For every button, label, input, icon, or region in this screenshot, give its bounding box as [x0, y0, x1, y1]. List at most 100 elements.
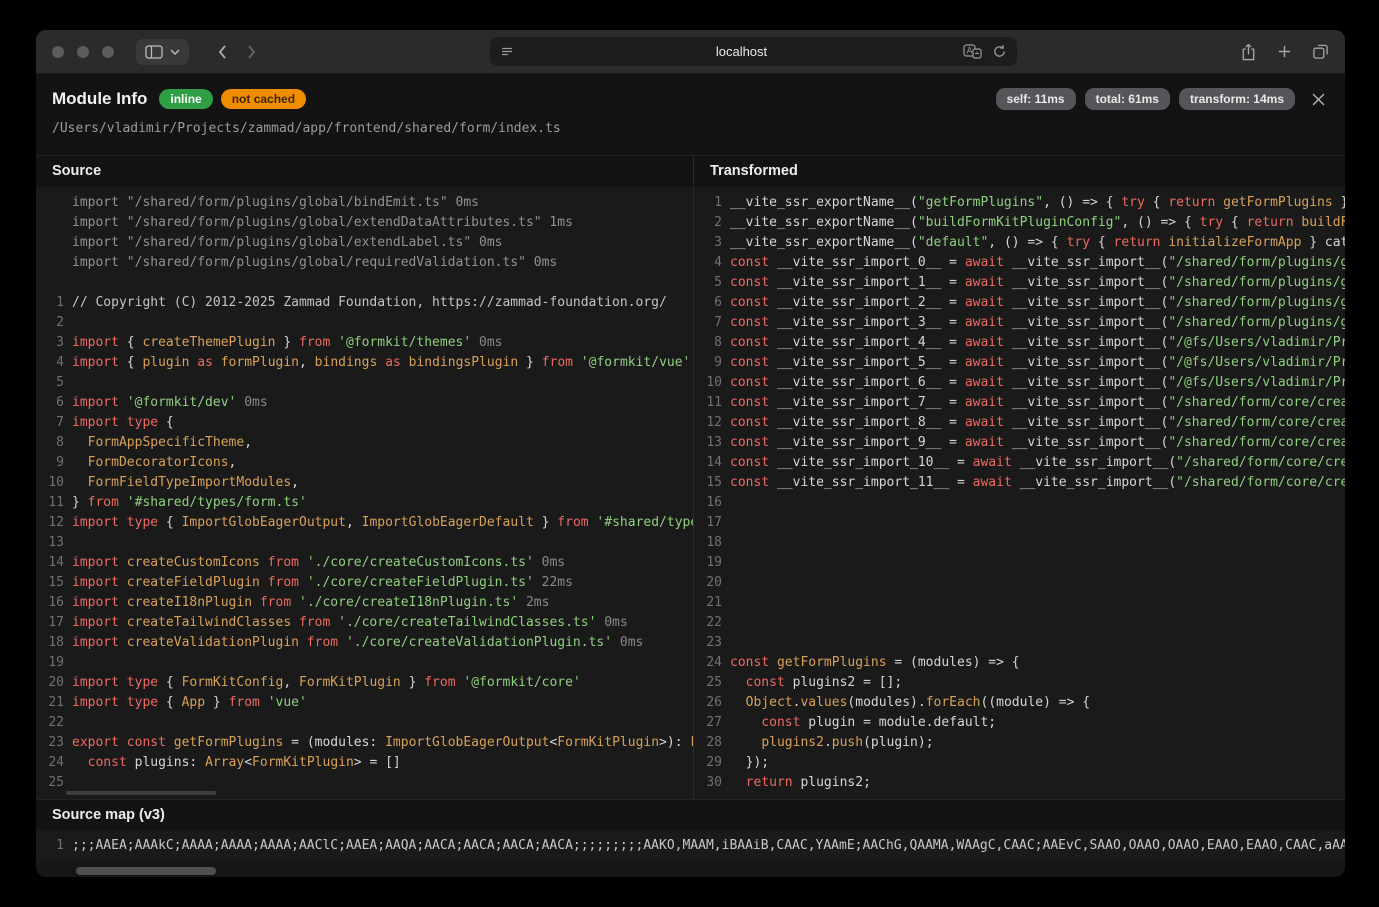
source-code[interactable]: import "/shared/form/plugins/global/bind…	[36, 187, 693, 799]
line-number: 2	[694, 213, 722, 233]
code-line: 15import createFieldPlugin from './core/…	[36, 573, 693, 593]
line-number: 12	[694, 413, 722, 433]
line-content: } from '#shared/types/form.ts'	[72, 493, 307, 513]
source-pane: Source import "/shared/form/plugins/glob…	[36, 156, 694, 799]
line-number	[36, 213, 64, 233]
line-number: 10	[694, 373, 722, 393]
line-content: });	[730, 753, 769, 773]
transformed-pane-title: Transformed	[694, 156, 1345, 187]
forward-button[interactable]	[237, 37, 267, 67]
sidebar-toggle[interactable]	[136, 39, 189, 65]
line-number: 14	[694, 453, 722, 473]
line-content: const __vite_ssr_import_9__ = await __vi…	[730, 433, 1345, 453]
line-content: const plugins2 = [];	[730, 673, 902, 693]
sourcemap-scrollbar-thumb[interactable]	[76, 867, 216, 875]
line-number: 6	[694, 293, 722, 313]
reader-icon[interactable]	[500, 45, 514, 59]
code-line: 10const __vite_ssr_import_6__ = await __…	[694, 373, 1345, 393]
code-line: 17	[694, 513, 1345, 533]
line-number: 25	[36, 773, 64, 793]
line-content: const __vite_ssr_import_1__ = await __vi…	[730, 273, 1345, 293]
code-line: import "/shared/form/plugins/global/bind…	[36, 193, 693, 213]
back-button[interactable]	[207, 37, 237, 67]
code-line: 8 FormAppSpecificTheme,	[36, 433, 693, 453]
traffic-light-close[interactable]	[52, 46, 64, 58]
code-line: import "/shared/form/plugins/global/exte…	[36, 213, 693, 233]
line-number: 20	[36, 673, 64, 693]
toolbar-right-cluster	[1240, 42, 1329, 62]
line-content: FormFieldTypeImportModules,	[72, 473, 299, 493]
line-number: 19	[36, 653, 64, 673]
code-line: 1__vite_ssr_exportName__("getFormPlugins…	[694, 193, 1345, 213]
code-line: 14import createCustomIcons from './core/…	[36, 553, 693, 573]
code-line: 1 // Copyright (C) 2012-2025 Zammad Found…	[36, 293, 693, 313]
code-line: 28 plugins2.push(plugin);	[694, 733, 1345, 753]
code-line: 20	[694, 573, 1345, 593]
line-number: 20	[694, 573, 722, 593]
back-icon	[217, 44, 227, 60]
line-content: import type { FormKitConfig, FormKitPlug…	[72, 673, 581, 693]
line-number: 24	[36, 753, 64, 773]
browser-toolbar: localhost A	[36, 30, 1345, 74]
line-content: return plugins2;	[730, 773, 871, 793]
line-number: 13	[36, 533, 64, 553]
line-content: // Copyright (C) 2012-2025 Zammad Founda…	[72, 293, 667, 313]
forward-icon	[247, 44, 257, 60]
line-content: const getFormPlugins = (modules) => {	[730, 653, 1020, 673]
metric-self: self: 11ms	[996, 88, 1076, 110]
line-number: 13	[694, 433, 722, 453]
browser-window: localhost A	[36, 30, 1345, 877]
line-number: 28	[694, 733, 722, 753]
code-line: 19	[694, 553, 1345, 573]
line-content: export const getFormPlugins = (modules: …	[72, 733, 693, 753]
traffic-light-minimize[interactable]	[77, 46, 89, 58]
line-number: 1	[36, 293, 64, 313]
code-line: 13	[36, 533, 693, 553]
line-content: FormAppSpecificTheme,	[72, 433, 252, 453]
source-horizontal-scrollbar[interactable]	[66, 791, 216, 795]
line-content: import "/shared/form/plugins/global/requ…	[72, 253, 557, 273]
code-line: 25	[36, 773, 693, 793]
share-button[interactable]	[1240, 42, 1257, 62]
new-tab-button[interactable]	[1277, 44, 1292, 59]
sourcemap-section: Source map (v3) 1;;;AAEA;AAAkC;AAAA;AAAA…	[36, 799, 1345, 877]
code-line: 5	[36, 373, 693, 393]
reload-icon[interactable]	[992, 44, 1007, 59]
line-number: 17	[694, 513, 722, 533]
share-icon	[1240, 42, 1257, 62]
code-line: 7import type {	[36, 413, 693, 433]
chevron-down-icon	[170, 49, 180, 55]
badge-not-cached: not cached	[221, 89, 306, 109]
line-content: const __vite_ssr_import_10__ = await __v…	[730, 453, 1345, 473]
sidebar-icon	[145, 45, 163, 59]
line-number: 21	[694, 593, 722, 613]
code-line: 24const getFormPlugins = (modules) => {	[694, 653, 1345, 673]
address-bar[interactable]: localhost A	[490, 37, 1017, 66]
line-content: const __vite_ssr_import_0__ = await __vi…	[730, 253, 1345, 273]
line-number: 22	[694, 613, 722, 633]
code-line: 16	[694, 493, 1345, 513]
line-number: 30	[694, 773, 722, 793]
translate-icon[interactable]: A	[963, 44, 982, 59]
page-title: Module Info	[52, 89, 147, 109]
close-button[interactable]	[1307, 88, 1329, 110]
code-line: 6const __vite_ssr_import_2__ = await __v…	[694, 293, 1345, 313]
line-content: __vite_ssr_exportName__("default", () =>…	[730, 233, 1345, 253]
line-content: __vite_ssr_exportName__("getFormPlugins"…	[730, 193, 1345, 213]
sourcemap-title: Source map (v3)	[36, 799, 1345, 830]
code-line: 1;;;AAEA;AAAkC;AAAA;AAAA;AAAA;AAClC;AAEA…	[36, 836, 1345, 856]
url-text[interactable]: localhost	[520, 44, 963, 59]
tab-overview-button[interactable]	[1312, 43, 1329, 60]
module-info-header: Module Info inline not cached self: 11ms…	[36, 74, 1345, 155]
code-line: 3import { createThemePlugin } from '@for…	[36, 333, 693, 353]
code-line: 23	[694, 633, 1345, 653]
code-line: 18	[694, 533, 1345, 553]
transformed-code[interactable]: 1__vite_ssr_exportName__("getFormPlugins…	[694, 187, 1345, 799]
line-content: import createFieldPlugin from './core/cr…	[72, 573, 573, 593]
line-number: 15	[694, 473, 722, 493]
traffic-light-zoom[interactable]	[102, 46, 114, 58]
line-content: import { createThemePlugin } from '@form…	[72, 333, 503, 353]
line-number: 25	[694, 673, 722, 693]
code-line: 12import type { ImportGlobEagerOutput, I…	[36, 513, 693, 533]
sourcemap-code[interactable]: 1;;;AAEA;AAAkC;AAAA;AAAA;AAAA;AAClC;AAEA…	[36, 830, 1345, 862]
